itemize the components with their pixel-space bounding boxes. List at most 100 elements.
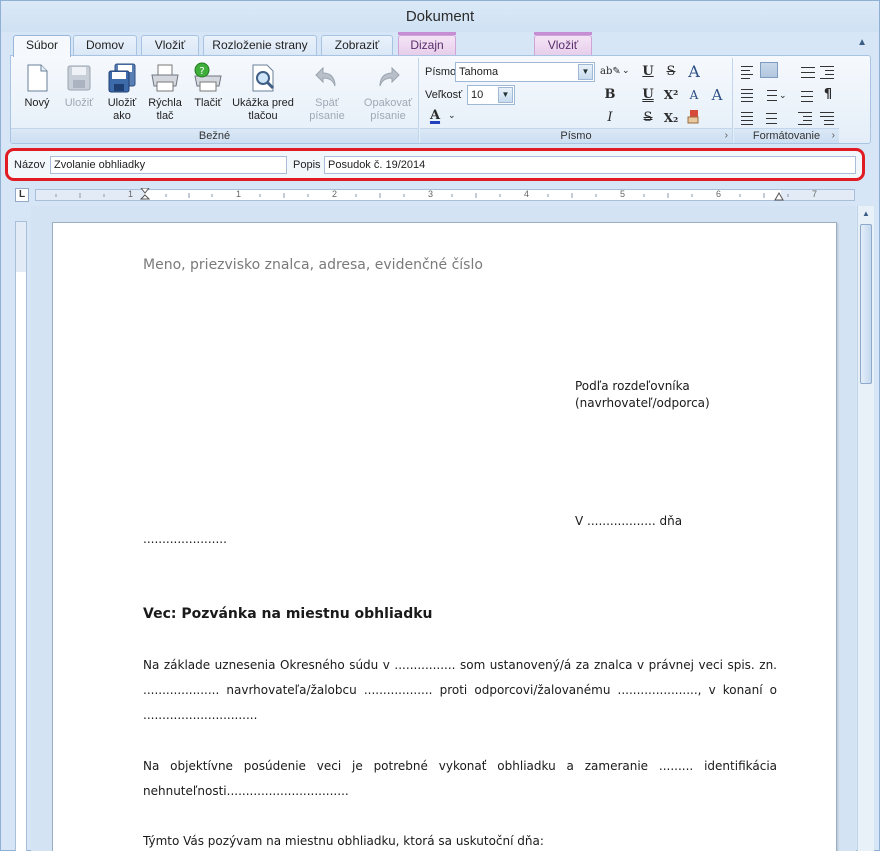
superscript-button[interactable]: X²: [661, 85, 681, 105]
double-strikethrough-button[interactable]: S: [638, 108, 658, 128]
name-label: Názov: [14, 159, 46, 171]
justify-icon[interactable]: [760, 62, 778, 78]
font-dialog-launcher-icon[interactable]: ›: [725, 128, 728, 143]
redo-button[interactable]: Opakovať písanie: [361, 62, 415, 123]
line-spacing-icon[interactable]: [760, 88, 778, 104]
body-paragraph: Týmto Vás pozývam na miestnu obhliadku, …: [143, 834, 544, 848]
tab-view[interactable]: Zobraziť: [321, 35, 393, 56]
tab-design[interactable]: Dizajn: [398, 35, 456, 56]
bullet-list-icon[interactable]: [760, 111, 778, 127]
ribbon-tab-row: Súbor Domov Vložiť Rozloženie strany Zob…: [1, 32, 879, 57]
document-meta-bar: Názov Popis: [5, 148, 865, 181]
place-date-line: V .................. dňa: [575, 514, 683, 528]
italic-button[interactable]: I: [600, 108, 620, 128]
sort-icon[interactable]: [796, 88, 814, 104]
recipient-block: Podľa rozdeľovníka (navrhovateľ/odporca): [575, 378, 710, 412]
chevron-down-icon[interactable]: ▼: [498, 87, 513, 103]
quick-print-button[interactable]: Rýchla tlač: [143, 62, 187, 123]
double-underline-button[interactable]: U: [638, 85, 658, 105]
save-as-icon: [108, 63, 136, 93]
align-right-icon[interactable]: [739, 111, 757, 127]
recipient-line: (navrhovateľ/odporca): [575, 396, 710, 410]
group-label-font: Písmo: [420, 128, 732, 143]
formatting-dialog-launcher-icon[interactable]: ›: [832, 128, 835, 143]
tab-insert-contextual[interactable]: Vložiť: [534, 35, 592, 56]
body-paragraph: Na objektívne posúdenie veci je potrebné…: [143, 759, 777, 798]
body-paragraph: Na základe uznesenia Okresného súdu v ..…: [143, 658, 777, 722]
pilcrow-icon[interactable]: ¶: [818, 85, 838, 105]
chevron-down-icon[interactable]: ⌄: [779, 90, 787, 101]
right-indent-marker-icon[interactable]: [774, 192, 784, 202]
redo-icon: [379, 66, 400, 87]
description-label: Popis: [293, 159, 321, 171]
font-color-button[interactable]: A: [425, 106, 445, 126]
paragraph-settings-icon[interactable]: [818, 111, 836, 127]
tab-stop-selector[interactable]: L: [15, 188, 29, 202]
name-input[interactable]: [50, 156, 287, 174]
small-caps-button[interactable]: A: [684, 85, 704, 105]
printer-check-icon: ?: [194, 62, 222, 92]
font-size-value: 10: [471, 89, 484, 101]
save-as-button[interactable]: Uložiť ako: [100, 62, 144, 123]
highlight-icon[interactable]: ab✎: [600, 62, 621, 82]
tab-home[interactable]: Domov: [73, 35, 137, 56]
recipient-line: Podľa rozdeľovníka: [575, 379, 690, 393]
numbered-list-icon[interactable]: [796, 65, 815, 81]
print-button[interactable]: ? Tlačiť: [186, 62, 230, 110]
subject-heading: Vec: Pozvánka na miestnu obhliadku: [143, 606, 433, 622]
date-dots: ......................: [143, 532, 227, 546]
underline-button[interactable]: U: [638, 62, 658, 82]
document-page[interactable]: Meno, priezvisko znalca, adresa, evidenč…: [52, 222, 837, 851]
grow-font-button[interactable]: A: [684, 62, 704, 82]
ribbon-collapse-icon[interactable]: ▲: [857, 37, 867, 48]
vertical-ruler-text-area: [16, 272, 26, 851]
undo-button[interactable]: Späť písanie: [297, 62, 357, 123]
ruler-ticks: [55, 193, 789, 198]
font-label: Písmo: [425, 66, 457, 78]
ruler-row: L 1 1 2 3 4 5 6 7: [11, 187, 855, 203]
undo-icon: [315, 66, 336, 87]
indent-increase-icon[interactable]: [818, 65, 836, 81]
scrollbar-thumb[interactable]: [860, 224, 872, 384]
group-font: Písmo Tahoma ▼ Veľkosť 10 ▼ A ⌄ ab✎ ⌄ U …: [420, 58, 733, 143]
tab-insert[interactable]: Vložiť: [141, 35, 199, 56]
all-caps-button[interactable]: A: [707, 85, 727, 105]
align-left-icon[interactable]: [739, 65, 757, 81]
tab-page-layout[interactable]: Rozloženie strany: [203, 35, 317, 56]
ribbon: Nový Uložiť Uložiť ako Rýchla tlač ? Tla…: [10, 55, 871, 144]
printer-icon: [151, 64, 179, 92]
clear-format-icon[interactable]: [684, 108, 704, 128]
indent-decrease-icon[interactable]: [796, 111, 814, 127]
vertical-ruler[interactable]: [15, 221, 27, 851]
horizontal-ruler[interactable]: 1 1 2 3 4 5 6 7: [35, 188, 855, 202]
print-preview-button[interactable]: Ukážka pred tlačou: [231, 62, 295, 123]
chevron-down-icon[interactable]: ⌄: [622, 65, 630, 76]
group-formatting: ⌄ ¶ Formátovanie ›: [734, 58, 839, 143]
window-title: Dokument: [1, 1, 879, 32]
vertical-scrollbar[interactable]: ▲: [857, 206, 874, 851]
document-window: Dokument Súbor Domov Vložiť Rozloženie s…: [0, 0, 880, 851]
svg-text:?: ?: [199, 66, 204, 77]
chevron-down-icon[interactable]: ▼: [578, 64, 593, 80]
font-family-value: Tahoma: [459, 66, 499, 78]
bold-button[interactable]: B: [600, 85, 620, 105]
save-button[interactable]: Uložiť: [57, 62, 101, 110]
font-family-combo[interactable]: Tahoma ▼: [455, 62, 595, 82]
sender-placeholder: Meno, priezvisko znalca, adresa, evidenč…: [143, 257, 483, 273]
tab-file[interactable]: Súbor: [13, 35, 71, 57]
strikethrough-button[interactable]: S: [661, 62, 681, 82]
print-preview-icon: [252, 64, 275, 92]
document-canvas: Meno, priezvisko znalca, adresa, evidenč…: [31, 206, 856, 851]
chevron-down-icon[interactable]: ⌄: [448, 110, 456, 121]
left-indent-marker-icon[interactable]: [140, 188, 150, 202]
new-button[interactable]: Nový: [15, 62, 59, 110]
subscript-button[interactable]: X₂: [661, 108, 681, 128]
description-input[interactable]: [324, 156, 856, 174]
font-size-combo[interactable]: 10 ▼: [467, 85, 515, 105]
align-center-icon[interactable]: [739, 88, 757, 104]
group-label-common: Bežné: [11, 128, 418, 143]
floppy-disk-icon: [67, 65, 91, 91]
group-common: Nový Uložiť Uložiť ako Rýchla tlač ? Tla…: [11, 58, 419, 143]
group-label-formatting: Formátovanie: [734, 128, 839, 143]
scroll-up-icon[interactable]: ▲: [858, 206, 874, 222]
